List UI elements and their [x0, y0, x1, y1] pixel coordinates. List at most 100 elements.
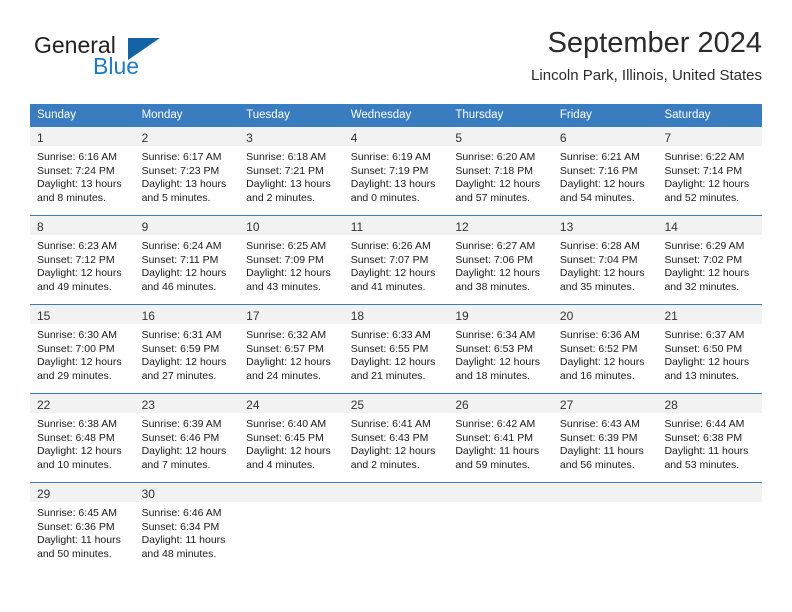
day-cell[interactable]: 7 Sunrise: 6:22 AM Sunset: 7:14 PM Daylight…: [657, 127, 763, 215]
day-cell[interactable]: 4 Sunrise: 6:19 AM Sunset: 7:19 PM Daylight…: [343, 127, 449, 215]
day-cell[interactable]: 23 Sunrise: 6:39 AM Sunset: 6:46 PM Dayligh…: [134, 394, 240, 482]
day-number: 23: [141, 398, 155, 412]
day-details: Sunrise: 6:41 AM Sunset: 6:43 PM Daylight:…: [344, 413, 449, 472]
sunset-text: Sunset: 7:06 PM: [455, 253, 533, 266]
day-number-band: 21: [657, 305, 763, 324]
title-block: September 2024 Lincoln Park, Illinois, U…: [531, 26, 762, 85]
sunrise-text: Sunrise: 6:36 AM: [559, 329, 640, 341]
day-cell-empty: [448, 483, 553, 569]
sunrise-text: Sunrise: 6:40 AM: [246, 418, 327, 430]
sunset-text: Sunset: 6:52 PM: [559, 342, 638, 355]
general-blue-logo[interactable]: General Blue: [34, 32, 204, 88]
daylight-text-line2: and 56 minutes.: [559, 458, 635, 471]
page-header: General Blue September 2024 Lincoln Park…: [30, 26, 762, 98]
day-cell[interactable]: 30 Sunrise: 6:46 AM Sunset: 6:34 PM Dayligh…: [134, 483, 240, 569]
day-cell-empty: [657, 483, 763, 569]
daylight-text-line1: Daylight: 12 hours: [664, 356, 750, 369]
sunset-text: Sunset: 7:18 PM: [455, 164, 533, 177]
day-number-band: 4: [343, 127, 449, 146]
sunset-text: Sunset: 7:09 PM: [246, 253, 324, 266]
day-details: Sunrise: 6:29 AM Sunset: 7:02 PM Daylight:…: [657, 235, 762, 294]
day-cell[interactable]: 19 Sunrise: 6:34 AM Sunset: 6:53 PM Dayligh…: [448, 305, 553, 393]
day-number-band: [552, 483, 658, 502]
day-cell[interactable]: 27 Sunrise: 6:43 AM Sunset: 6:39 PM Dayligh…: [552, 394, 658, 482]
day-cell[interactable]: 11 Sunrise: 6:26 AM Sunset: 7:07 PM Dayligh…: [343, 216, 449, 304]
page-title: September 2024: [547, 27, 762, 59]
calendar-page: General Blue September 2024 Lincoln Park…: [0, 0, 792, 612]
day-cell[interactable]: 29 Sunrise: 6:45 AM Sunset: 6:36 PM Dayligh…: [30, 483, 135, 569]
day-number-band: 22: [30, 394, 135, 413]
sunrise-text: Sunrise: 6:32 AM: [246, 329, 327, 341]
day-cell[interactable]: 3 Sunrise: 6:18 AM Sunset: 7:21 PM Daylight…: [239, 127, 344, 215]
day-number-band: 14: [657, 216, 763, 235]
daylight-text-line2: and 27 minutes.: [141, 369, 217, 382]
day-cell[interactable]: 25 Sunrise: 6:41 AM Sunset: 6:43 PM Dayligh…: [343, 394, 449, 482]
day-details: Sunrise: 6:18 AM Sunset: 7:21 PM Daylight:…: [239, 146, 344, 205]
daylight-text-line1: Daylight: 12 hours: [246, 356, 331, 369]
sunset-text: Sunset: 6:53 PM: [455, 342, 533, 355]
day-details: Sunrise: 6:22 AM Sunset: 7:14 PM Daylight:…: [657, 146, 762, 205]
day-details: Sunrise: 6:16 AM Sunset: 7:24 PM Daylight:…: [30, 146, 135, 205]
day-number: 2: [141, 131, 149, 145]
sunrise-text: Sunrise: 6:27 AM: [455, 240, 536, 252]
day-cell[interactable]: 12 Sunrise: 6:27 AM Sunset: 7:06 PM Dayligh…: [448, 216, 553, 304]
day-cell-empty: [239, 483, 344, 569]
daylight-text-line2: and 29 minutes.: [37, 369, 112, 382]
day-cell[interactable]: 26 Sunrise: 6:42 AM Sunset: 6:41 PM Dayligh…: [448, 394, 553, 482]
sunset-text: Sunset: 7:23 PM: [141, 164, 220, 177]
day-cell[interactable]: 24 Sunrise: 6:40 AM Sunset: 6:45 PM Dayligh…: [239, 394, 344, 482]
day-cell[interactable]: 20 Sunrise: 6:36 AM Sunset: 6:52 PM Dayligh…: [552, 305, 658, 393]
day-cell[interactable]: 10 Sunrise: 6:25 AM Sunset: 7:09 PM Dayligh…: [239, 216, 344, 304]
day-cell[interactable]: 22 Sunrise: 6:38 AM Sunset: 6:48 PM Dayligh…: [30, 394, 135, 482]
daylight-text-line2: and 59 minutes.: [455, 458, 531, 471]
sunrise-text: Sunrise: 6:21 AM: [559, 151, 640, 163]
week-row: 29 Sunrise: 6:45 AM Sunset: 6:36 PM Dayligh…: [30, 482, 763, 569]
daylight-text-line1: Daylight: 12 hours: [141, 267, 227, 280]
sunrise-text: Sunrise: 6:41 AM: [350, 418, 431, 430]
day-cell[interactable]: 8 Sunrise: 6:23 AM Sunset: 7:12 PM Daylight…: [30, 216, 135, 304]
sunset-text: Sunset: 6:34 PM: [141, 520, 220, 533]
sunset-text: Sunset: 6:43 PM: [350, 431, 429, 444]
sunrise-text: Sunrise: 6:29 AM: [664, 240, 745, 252]
sunset-text: Sunset: 7:21 PM: [246, 164, 324, 177]
day-cell[interactable]: 13 Sunrise: 6:28 AM Sunset: 7:04 PM Dayligh…: [552, 216, 658, 304]
day-cell[interactable]: 14 Sunrise: 6:29 AM Sunset: 7:02 PM Dayligh…: [657, 216, 763, 304]
sunrise-text: Sunrise: 6:33 AM: [350, 329, 431, 341]
daylight-text-line2: and 4 minutes.: [246, 458, 316, 471]
day-number: 22: [37, 398, 51, 412]
sunset-text: Sunset: 6:36 PM: [37, 520, 115, 533]
day-cell[interactable]: 18 Sunrise: 6:33 AM Sunset: 6:55 PM Dayligh…: [343, 305, 449, 393]
day-number: 14: [664, 220, 678, 234]
day-cell[interactable]: 6 Sunrise: 6:21 AM Sunset: 7:16 PM Daylight…: [552, 127, 658, 215]
day-details: Sunrise: 6:36 AM Sunset: 6:52 PM Daylight:…: [553, 324, 658, 383]
day-cell[interactable]: 21 Sunrise: 6:37 AM Sunset: 6:50 PM Dayligh…: [657, 305, 763, 393]
day-number: 1: [37, 131, 44, 145]
daylight-text-line2: and 53 minutes.: [664, 458, 740, 471]
sunrise-text: Sunrise: 6:46 AM: [141, 507, 222, 519]
sunset-text: Sunset: 7:24 PM: [37, 164, 115, 177]
daylight-text-line2: and 8 minutes.: [37, 191, 106, 204]
day-details: Sunrise: 6:45 AM Sunset: 6:36 PM Daylight:…: [30, 502, 135, 561]
daylight-text-line1: Daylight: 11 hours: [455, 445, 540, 458]
day-cell[interactable]: 9 Sunrise: 6:24 AM Sunset: 7:11 PM Daylight…: [134, 216, 240, 304]
day-details: Sunrise: 6:27 AM Sunset: 7:06 PM Daylight:…: [448, 235, 553, 294]
day-number-band: 28: [657, 394, 763, 413]
day-cell[interactable]: 16 Sunrise: 6:31 AM Sunset: 6:59 PM Dayligh…: [134, 305, 240, 393]
day-details: Sunrise: 6:44 AM Sunset: 6:38 PM Daylight:…: [657, 413, 762, 472]
day-cell[interactable]: 5 Sunrise: 6:20 AM Sunset: 7:18 PM Daylight…: [448, 127, 553, 215]
sunrise-text: Sunrise: 6:23 AM: [37, 240, 117, 252]
daylight-text-line2: and 35 minutes.: [559, 280, 635, 293]
sunrise-text: Sunrise: 6:39 AM: [141, 418, 222, 430]
day-cell[interactable]: 28 Sunrise: 6:44 AM Sunset: 6:38 PM Dayligh…: [657, 394, 763, 482]
sunrise-text: Sunrise: 6:43 AM: [559, 418, 640, 430]
day-cell[interactable]: 2 Sunrise: 6:17 AM Sunset: 7:23 PM Daylight…: [134, 127, 240, 215]
day-number: 11: [350, 220, 364, 234]
daylight-text-line2: and 50 minutes.: [37, 547, 112, 560]
day-cell[interactable]: 1 Sunrise: 6:16 AM Sunset: 7:24 PM Daylight…: [30, 127, 135, 215]
day-cell[interactable]: 17 Sunrise: 6:32 AM Sunset: 6:57 PM Dayligh…: [239, 305, 344, 393]
daylight-text-line2: and 41 minutes.: [350, 280, 426, 293]
day-details: Sunrise: 6:30 AM Sunset: 7:00 PM Daylight:…: [30, 324, 135, 383]
day-cell[interactable]: 15 Sunrise: 6:30 AM Sunset: 7:00 PM Dayligh…: [30, 305, 135, 393]
sunset-text: Sunset: 7:19 PM: [350, 164, 429, 177]
day-number-band: 9: [134, 216, 240, 235]
